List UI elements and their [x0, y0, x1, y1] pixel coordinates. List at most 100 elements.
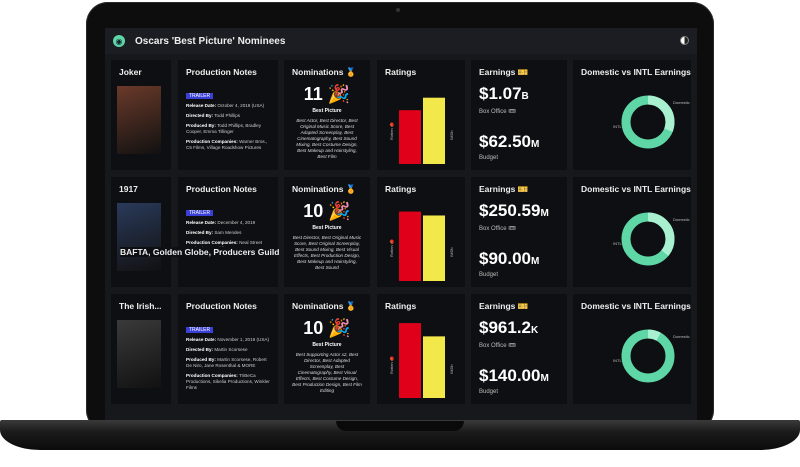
domestic-intl-donut: Domestic INTL — [613, 329, 690, 383]
trailer-link[interactable]: TRAILER — [186, 327, 214, 333]
notes-release: Release Date: October 4, 2019 (USA) — [186, 103, 272, 109]
nominations-win: Best Picture — [312, 108, 342, 114]
laptop-notch — [336, 421, 464, 431]
notes-companies: Production Companies: TriBeCa Production… — [186, 373, 272, 391]
box-office-amount: $250.59 — [479, 201, 541, 220]
box-office-label: Box Office 🎟 — [479, 109, 516, 115]
notes-producers-label: Produced By: — [186, 357, 216, 362]
notes-release-value: November 1, 2019 (USA) — [217, 337, 269, 342]
notes-director-value: Todd Phillips — [214, 113, 241, 118]
nominations-win: Best Picture — [312, 342, 342, 348]
domestic-intl-donut: Domestic INTL — [613, 95, 690, 149]
budget-amount: $90.00 — [479, 249, 531, 268]
film-title: The Irish... — [119, 301, 162, 311]
notes-release-label: Release Date: — [186, 337, 217, 342]
ratings-card: Ratings Rotten 🍅 IMDb — [377, 60, 465, 170]
nominations-list: Best Actor, Best Director, Best Original… — [296, 118, 358, 159]
box-office-unit: M — [540, 208, 549, 219]
production-notes-card: Production Notes TRAILER Release Date: Oct… — [178, 60, 278, 170]
budget-amount: $140.00 — [479, 366, 541, 385]
top-bar: ◉ Oscars 'Best Picture' Nominees — [105, 28, 697, 54]
domestic-label: Domestic — [673, 334, 690, 339]
nominations-count: 11 🎉 — [303, 84, 351, 104]
domestic-intl-heading: Domestic vs INTL Earnings — [581, 184, 691, 194]
box-office-label: Box Office 🎟 — [479, 226, 516, 232]
nominations-heading: Nominations 🏅 — [292, 301, 357, 311]
film-poster[interactable] — [117, 320, 161, 388]
ratings-heading: Ratings — [385, 184, 417, 194]
budget-value: $140.00M — [479, 366, 549, 386]
nominations-win: Best Picture — [312, 225, 342, 231]
domestic-intl-card: Domestic vs INTL Earnings Domestic INTL — [573, 294, 691, 404]
notes-producers: Produced By: Martin Scorsese, Robert De … — [186, 357, 272, 369]
film-row: 1917 Production Notes TRAILER Release Date:… — [111, 177, 691, 287]
box-office-value: $1.07B — [479, 84, 529, 104]
budget-label: Budget — [479, 155, 499, 161]
earnings-card: Earnings 🎫 $1.07B Box Office 🎟 $62.50M Budge… — [471, 60, 567, 170]
nominations-heading: Nominations 🏅 — [292, 67, 357, 77]
budget-label: Budget — [479, 389, 499, 395]
ratings-card: Ratings Rotten 🍅 IMDb — [377, 177, 465, 287]
notes-director-value: Sam Mendes — [214, 230, 242, 235]
rotten-axis-label: Rotten 🍅 — [389, 122, 394, 140]
budget-value: $62.50M — [479, 132, 539, 152]
production-notes-heading: Production Notes — [186, 67, 257, 77]
earnings-card: Earnings 🎫 $961.2K Box Office 🎟 $140.00M Bud… — [471, 294, 567, 404]
nominations-heading: Nominations 🏅 — [292, 184, 357, 194]
nominations-card: Nominations 🏅 11 🎉 Best Picture Best Actor,… — [284, 60, 370, 170]
rotten-bar — [399, 110, 421, 164]
theme-toggle-icon[interactable] — [680, 36, 689, 45]
earnings-heading: Earnings 🎫 — [479, 184, 529, 194]
box-office-unit: K — [531, 325, 539, 336]
budget-unit: M — [531, 256, 540, 267]
notes-release-value: December 4, 2019 — [217, 220, 256, 225]
notes-body: TRAILER Release Date: November 1, 2019 (U… — [186, 318, 272, 395]
film-poster[interactable] — [117, 203, 161, 271]
nominations-list: Best Supporting Actor x2, Best Director,… — [292, 352, 362, 393]
intl-label: INTL — [613, 358, 622, 363]
notes-producers-label: Produced By: — [186, 123, 216, 128]
app-logo-icon[interactable]: ◉ — [113, 35, 125, 47]
notes-release-label: Release Date: — [186, 103, 217, 108]
rotten-axis-label: Rotten 🍅 — [389, 239, 394, 257]
notes-director: Directed By: Martin Scorsese — [186, 347, 272, 353]
film-card: Joker — [111, 60, 171, 170]
production-notes-heading: Production Notes — [186, 301, 257, 311]
ratings-heading: Ratings — [385, 301, 417, 311]
film-row: The Irish... Production Notes TRAILER Relea… — [111, 294, 691, 404]
trailer-link[interactable]: TRAILER — [186, 93, 214, 99]
intl-label: INTL — [613, 241, 622, 246]
imdb-axis-label: IMDb — [449, 130, 454, 140]
production-notes-card: Production Notes TRAILER Release Date: Nov… — [178, 294, 278, 404]
nominations-count: 10 🎉 — [303, 201, 351, 221]
budget-value: $90.00M — [479, 249, 539, 269]
notes-director: Directed By: Todd Phillips — [186, 113, 272, 119]
film-poster[interactable] — [117, 86, 161, 154]
notes-release-label: Release Date: — [186, 220, 217, 225]
awards-overlay-label: BAFTA, Golden Globe, Producers Guild — [120, 247, 280, 257]
notes-director-label: Directed By: — [186, 347, 214, 352]
rotten-axis-label: Rotten 🍅 — [389, 356, 394, 374]
box-office-label: Box Office 🎟 — [479, 343, 516, 349]
dashboard-title: Oscars 'Best Picture' Nominees — [135, 35, 286, 47]
budget-amount: $62.50 — [479, 132, 531, 151]
notes-director: Directed By: Sam Mendes — [186, 230, 272, 236]
notes-director-value: Martin Scorsese — [214, 347, 248, 352]
rotten-bar — [399, 323, 421, 398]
nominations-card: Nominations 🏅 10 🎉 Best Picture Best Suppor… — [284, 294, 370, 404]
trailer-link[interactable]: TRAILER — [186, 210, 214, 216]
notes-release-value: October 4, 2019 (USA) — [217, 103, 265, 108]
budget-label: Budget — [479, 272, 499, 278]
notes-body: TRAILER Release Date: October 4, 2019 (US… — [186, 84, 272, 155]
budget-unit: M — [531, 139, 540, 150]
imdb-axis-label: IMDb — [449, 364, 454, 374]
domestic-label: Domestic — [673, 217, 690, 222]
notes-companies-label: Production Companies: — [186, 373, 238, 378]
production-notes-heading: Production Notes — [186, 184, 257, 194]
rotten-bar — [399, 211, 421, 281]
domestic-intl-card: Domestic vs INTL Earnings Domestic INTL — [573, 177, 691, 287]
notes-release: Release Date: November 1, 2019 (USA) — [186, 337, 272, 343]
box-office-value: $961.2K — [479, 318, 538, 338]
production-notes-card: Production Notes TRAILER Release Date: Dec… — [178, 177, 278, 287]
box-office-amount: $1.07 — [479, 84, 522, 103]
